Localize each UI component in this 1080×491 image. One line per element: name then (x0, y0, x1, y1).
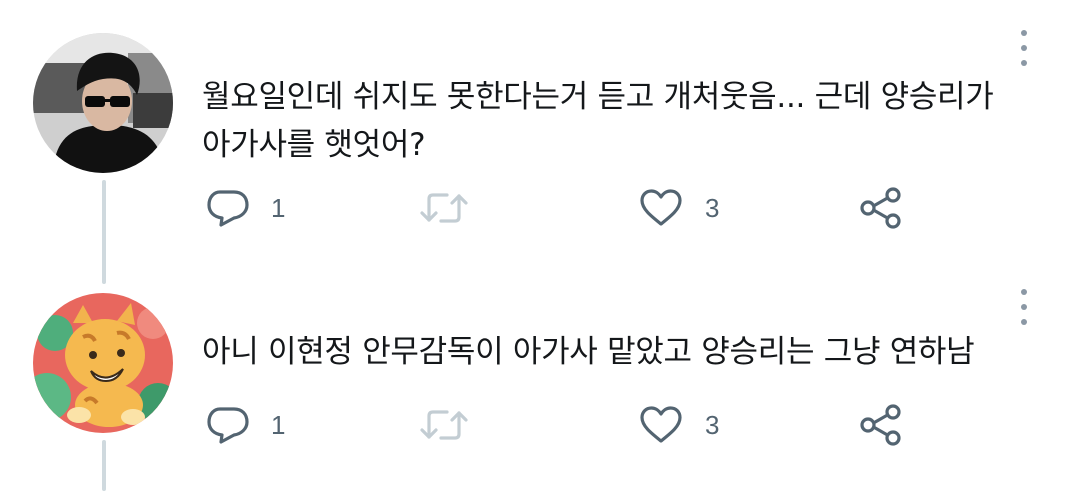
heart-outline-icon (640, 406, 682, 443)
like-count: 3 (705, 409, 720, 440)
more-options-icon[interactable] (1014, 28, 1034, 68)
share-button[interactable] (859, 400, 903, 450)
speech-bubble-icon (207, 407, 249, 444)
avatar[interactable] (33, 33, 173, 173)
share-nodes-icon (860, 404, 901, 446)
reply-text: 아니 이현정 안무감독이 아가사 맡았고 양승리는 그냥 연하남 (202, 334, 975, 370)
speech-bubble-icon (207, 190, 249, 227)
retweet-button[interactable] (420, 400, 468, 450)
reply-text: 월요일인데 쉬지도 못한다는거 듣고 개처웃음... 근데 양승리가 아가사를 … (202, 79, 994, 163)
thread-line-lower (102, 440, 106, 491)
reply-count: 1 (271, 192, 286, 223)
reply-actions: 1 3 (202, 400, 922, 450)
reply-button[interactable]: 1 (207, 183, 285, 233)
heart-outline-icon (640, 189, 682, 226)
more-options-icon[interactable] (1014, 287, 1034, 327)
reply-count: 1 (271, 409, 286, 440)
reply-button[interactable]: 1 (207, 400, 285, 450)
like-count: 3 (705, 192, 720, 223)
avatar-photo (33, 33, 173, 173)
avatar[interactable] (33, 293, 173, 433)
retweet-arrows-icon (420, 410, 468, 440)
retweet-button[interactable] (420, 183, 468, 233)
thread-line-upper (102, 180, 106, 284)
retweet-arrows-icon (420, 193, 468, 223)
share-nodes-icon (860, 187, 901, 229)
avatar-illustration (33, 293, 173, 433)
reply-actions: 1 3 (202, 183, 922, 233)
like-button[interactable]: 3 (639, 400, 719, 450)
share-button[interactable] (859, 183, 903, 233)
like-button[interactable]: 3 (639, 183, 719, 233)
